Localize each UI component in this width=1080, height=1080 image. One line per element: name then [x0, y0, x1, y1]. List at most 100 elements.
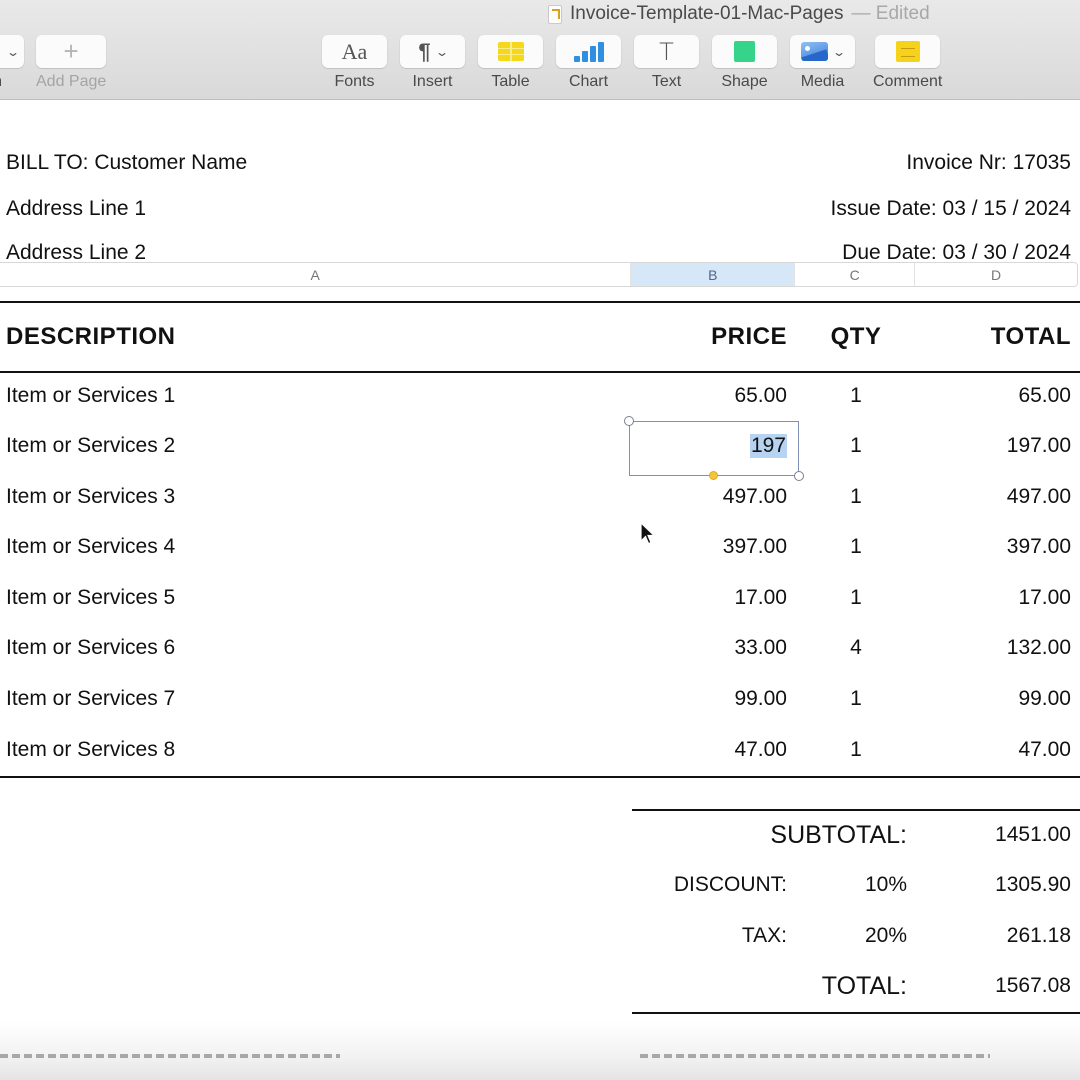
shape-icon — [734, 41, 755, 62]
tax-row: TAX: 20% 261.18 — [632, 924, 1080, 954]
media-button[interactable]: ⌄ Media — [790, 35, 855, 91]
bill-to-address-1[interactable]: Address Line 1 — [6, 197, 146, 221]
cell-price[interactable]: 17.00 — [734, 586, 787, 610]
window-title: Invoice-Template-01-Mac-Pages — Edited — [548, 2, 930, 26]
cell-qty[interactable]: 4 — [826, 636, 886, 660]
cell-description[interactable]: Item or Services 1 — [6, 384, 175, 408]
header-total[interactable]: TOTAL — [991, 323, 1071, 351]
total-value[interactable]: 1567.08 — [995, 974, 1071, 998]
cell-total[interactable]: 132.00 — [1007, 636, 1071, 660]
total-row: TOTAL: 1567.08 — [632, 972, 1080, 1002]
fonts-icon: Aa — [341, 38, 368, 64]
table-bottom-rule — [0, 776, 1080, 778]
column-header-d[interactable]: D — [915, 263, 1077, 286]
header-price[interactable]: PRICE — [711, 323, 787, 351]
table-top-rule — [0, 301, 1080, 303]
cell-qty[interactable]: 1 — [826, 485, 886, 509]
insert-button[interactable]: ¶ ⌄ Insert — [400, 35, 465, 91]
text-icon: T — [659, 37, 674, 66]
table-header-row: DESCRIPTION PRICE QTY TOTAL — [0, 323, 1080, 353]
cell-description[interactable]: Item or Services 6 — [6, 636, 175, 660]
header-description[interactable]: DESCRIPTION — [6, 323, 176, 351]
cell-total[interactable]: 17.00 — [1018, 586, 1071, 610]
bill-to-customer[interactable]: BILL TO: Customer Name — [6, 151, 247, 175]
summary-top-rule — [632, 809, 1080, 811]
tax-value[interactable]: 261.18 — [1007, 924, 1071, 948]
table-row: Item or Services 4 397.00 1 397.00 — [0, 535, 1080, 565]
tax-rate[interactable]: 20% — [865, 924, 907, 948]
discount-value[interactable]: 1305.90 — [995, 873, 1071, 897]
add-page-button[interactable]: + Add Page — [36, 35, 106, 91]
cell-price[interactable]: 33.00 — [734, 636, 787, 660]
cell-price[interactable]: 47.00 — [734, 738, 787, 762]
document-canvas[interactable]: BILL TO: Customer Name Address Line 1 Ad… — [0, 101, 1080, 1080]
table-row: Item or Services 3 497.00 1 497.00 — [0, 485, 1080, 515]
plus-icon: + — [63, 36, 79, 66]
toolbar-view-label: n — [0, 73, 2, 91]
column-header-a[interactable]: A — [0, 263, 632, 286]
editing-price-cell[interactable]: 197 — [624, 416, 804, 481]
selected-cell-text[interactable]: 197 — [749, 434, 787, 458]
subtotal-label: SUBTOTAL: — [770, 821, 907, 849]
table-row: Item or Services 5 17.00 1 17.00 — [0, 586, 1080, 616]
paragraph-icon: ¶ — [418, 38, 431, 64]
subtotal-row: SUBTOTAL: 1451.00 — [632, 821, 1080, 851]
cell-qty[interactable]: 1 — [826, 434, 886, 458]
add-page-label: Add Page — [36, 73, 107, 90]
discount-label: DISCOUNT: — [673, 873, 787, 896]
table-row: Item or Services 6 33.00 4 132.00 — [0, 636, 1080, 666]
total-label: TOTAL: — [821, 972, 907, 1000]
cell-description[interactable]: Item or Services 8 — [6, 738, 175, 762]
cell-description[interactable]: Item or Services 7 — [6, 687, 175, 711]
table-header-rule — [0, 371, 1080, 373]
column-header-b[interactable]: B — [631, 263, 796, 286]
discount-rate[interactable]: 10% — [865, 873, 907, 897]
cell-price[interactable]: 497.00 — [723, 485, 787, 509]
cell-description[interactable]: Item or Services 3 — [6, 485, 175, 509]
comment-button[interactable]: Comment — [873, 35, 942, 91]
cell-price[interactable]: 397.00 — [723, 535, 787, 559]
cell-qty[interactable]: 1 — [826, 586, 886, 610]
selection-handle-bottom-right[interactable] — [794, 471, 804, 481]
cell-price[interactable]: 99.00 — [734, 687, 787, 711]
cell-qty[interactable]: 1 — [826, 535, 886, 559]
fonts-button[interactable]: Aa Fonts — [322, 35, 387, 91]
toolbar-view-button[interactable]: ⌄ n — [0, 35, 24, 91]
header-qty[interactable]: QTY — [826, 323, 886, 351]
selection-handle-top-left[interactable] — [624, 416, 634, 426]
table-button[interactable]: Table — [478, 35, 543, 91]
cell-total[interactable]: 397.00 — [1007, 535, 1071, 559]
cell-total[interactable]: 197.00 — [1007, 434, 1071, 458]
table-column-header-bar: A B C D — [0, 262, 1078, 287]
insert-label: Insert — [412, 73, 453, 90]
table-row: Item or Services 2 1 197.00 — [0, 434, 1080, 464]
toolbar: Invoice-Template-01-Mac-Pages — Edited ⌄… — [0, 0, 1080, 100]
text-button[interactable]: T Text — [634, 35, 699, 91]
subtotal-value[interactable]: 1451.00 — [995, 823, 1071, 847]
comment-label: Comment — [873, 73, 943, 90]
table-row: Item or Services 8 47.00 1 47.00 — [0, 738, 1080, 768]
cell-description[interactable]: Item or Services 4 — [6, 535, 175, 559]
cell-qty[interactable]: 1 — [826, 687, 886, 711]
cell-total[interactable]: 47.00 — [1018, 738, 1071, 762]
autofill-handle[interactable] — [709, 471, 718, 480]
cell-total[interactable]: 497.00 — [1007, 485, 1071, 509]
cell-description[interactable]: Item or Services 2 — [6, 434, 175, 458]
invoice-number[interactable]: Invoice Nr: 17035 — [906, 151, 1071, 175]
media-label: Media — [800, 73, 845, 90]
text-label: Text — [651, 73, 682, 90]
shape-button[interactable]: Shape — [712, 35, 777, 91]
cell-total[interactable]: 99.00 — [1018, 687, 1071, 711]
chart-button[interactable]: Chart — [556, 35, 621, 91]
chevron-down-icon: ⌄ — [831, 44, 847, 59]
pages-document-icon — [548, 4, 562, 24]
cell-total[interactable]: 65.00 — [1018, 384, 1071, 408]
cell-qty[interactable]: 1 — [826, 738, 886, 762]
column-header-c[interactable]: C — [795, 263, 916, 286]
cell-price[interactable]: 65.00 — [734, 384, 787, 408]
cell-qty[interactable]: 1 — [826, 384, 886, 408]
payment-information-heading-cutoff — [640, 1054, 990, 1058]
issue-date[interactable]: Issue Date: 03 / 15 / 2024 — [831, 197, 1072, 221]
cell-description[interactable]: Item or Services 5 — [6, 586, 175, 610]
edited-status: — Edited — [851, 3, 930, 24]
